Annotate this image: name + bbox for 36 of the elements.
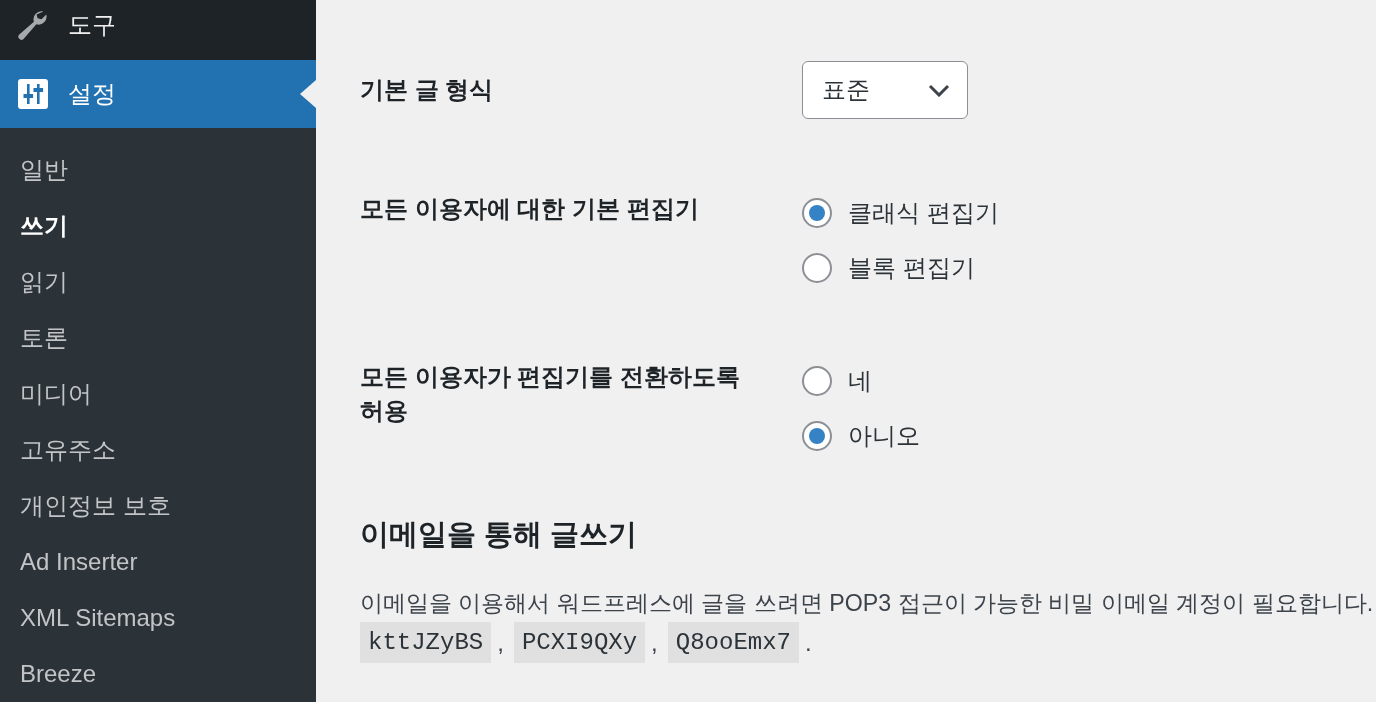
code-snippet: kttJZyBS: [360, 622, 492, 663]
radio-button[interactable]: [802, 420, 832, 451]
setting-label: 모든 이용자가 편집기를 전환하도록 허용: [360, 362, 741, 426]
radio-label[interactable]: 아니오: [848, 419, 920, 452]
code-snippet: Q8ooEmx7: [667, 622, 799, 663]
chevron-down-icon: [928, 83, 950, 97]
submenu-item[interactable]: Breeze: [20, 660, 97, 688]
radio-label[interactable]: 클래식 편집기: [848, 196, 999, 229]
section-description: 이메일을 이용해서 워드프레스에 글을 쓰려면 POP3 접근이 가능한 비밀 이메일 계정이 필요합니다.: [360, 589, 1375, 618]
code-snippet: PCXI9QXy: [513, 622, 646, 663]
radio-button[interactable]: [802, 365, 832, 396]
separator-text: .: [805, 628, 812, 657]
separator-text: ,: [497, 628, 504, 657]
radio-button[interactable]: [802, 252, 832, 283]
separator-text: ,: [651, 628, 658, 657]
current-pointer-icon: [300, 80, 316, 108]
sliders-icon: [18, 79, 48, 109]
wrench-icon: [16, 9, 48, 41]
submenu-item[interactable]: 토론: [20, 322, 68, 354]
submenu-item[interactable]: 고유주소: [20, 434, 116, 466]
submenu-item[interactable]: 일반: [20, 154, 68, 186]
post-format-select[interactable]: 표준: [802, 61, 968, 119]
radio-label[interactable]: 네: [848, 364, 872, 397]
submenu-item[interactable]: 미디어: [20, 378, 92, 410]
submenu-item[interactable]: 개인정보 보호: [20, 490, 171, 522]
submenu-item[interactable]: XML Sitemaps: [20, 604, 176, 632]
submenu-item[interactable]: Ad Inserter: [20, 548, 138, 576]
radio-label[interactable]: 블록 편집기: [848, 251, 975, 284]
setting-label: 모든 이용자에 대한 기본 편집기: [360, 194, 700, 224]
menu-item[interactable]: 도구: [0, 0, 316, 60]
radio-button[interactable]: [802, 197, 832, 228]
submenu-item[interactable]: 쓰기: [20, 210, 68, 242]
submenu-item[interactable]: 읽기: [20, 266, 68, 298]
setting-label: 기본 글 형식: [360, 75, 495, 105]
menu-item[interactable]: 설정: [0, 60, 316, 128]
section-heading: 이메일을 통해 글쓰기: [360, 517, 639, 552]
